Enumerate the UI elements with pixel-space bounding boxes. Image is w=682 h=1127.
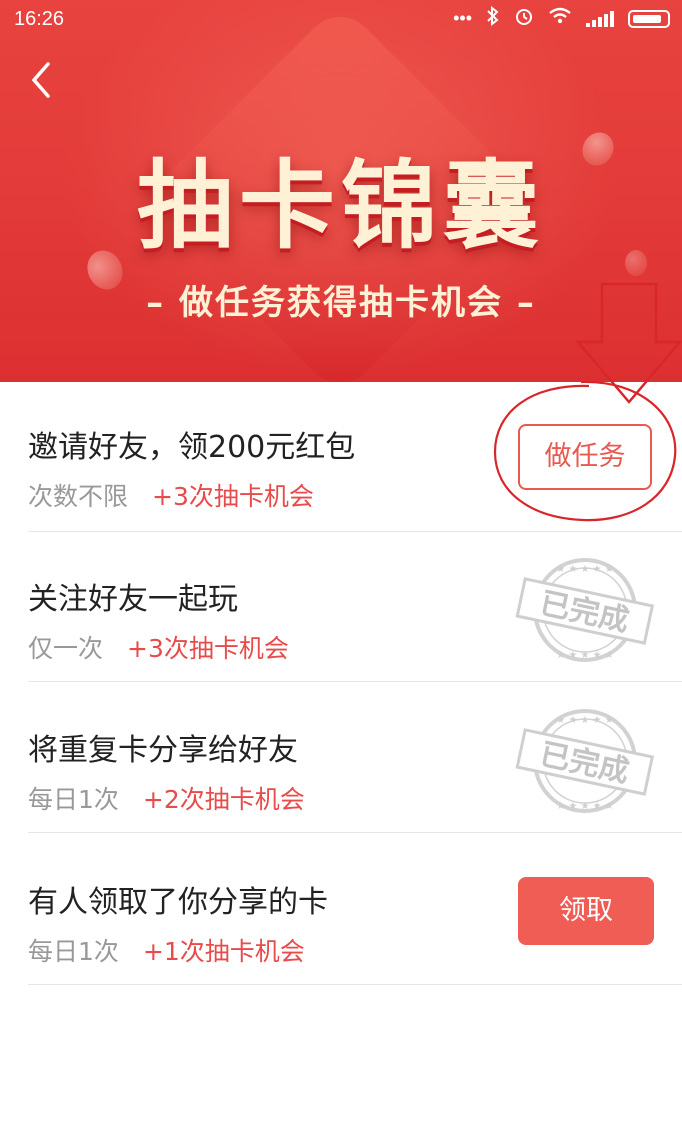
task-reward: +3次抽卡机会 — [127, 634, 289, 663]
task-name: 将重复卡分享给好友 — [28, 733, 298, 768]
task-meta: 次数不限 +3次抽卡机会 — [28, 477, 314, 513]
status-bar: 16:26 ••• — [0, 0, 682, 40]
alarm-icon — [514, 6, 534, 31]
completed-stamp: ★ ★ ★ ★ ★ ★ ★ ★ ★ ★ 已完成 — [515, 709, 655, 813]
task-reward: +3次抽卡机会 — [152, 482, 314, 511]
task-item-follow: 关注好友一起玩 仅一次 +3次抽卡机会 ★ ★ ★ ★ ★ ★ ★ ★ ★ ★ 已… — [28, 532, 682, 682]
task-meta: 仅一次 +3次抽卡机会 — [28, 629, 289, 665]
task-limit: 每日1次 — [28, 785, 119, 814]
task-name: 有人领取了你分享的卡 — [28, 885, 328, 920]
task-item-share-duplicate: 将重复卡分享给好友 每日1次 +2次抽卡机会 ★ ★ ★ ★ ★ ★ ★ ★ ★ … — [28, 683, 682, 833]
task-limit: 每日1次 — [28, 937, 119, 966]
task-name: 关注好友一起玩 — [28, 582, 238, 617]
svg-text:★ ★ ★ ★ ★: ★ ★ ★ ★ ★ — [556, 650, 614, 661]
status-time: 16:26 — [14, 8, 65, 30]
svg-text:★ ★ ★ ★ ★: ★ ★ ★ ★ ★ — [556, 564, 614, 575]
task-reward: +1次抽卡机会 — [142, 937, 305, 966]
completed-stamp: ★ ★ ★ ★ ★ ★ ★ ★ ★ ★ 已完成 — [515, 558, 655, 662]
battery-icon — [628, 9, 670, 28]
task-name: 邀请好友，领200元红包 — [28, 430, 356, 465]
wifi-icon — [548, 7, 572, 30]
task-limit: 次数不限 — [28, 482, 129, 511]
chevron-left-icon — [31, 62, 50, 98]
task-limit: 仅一次 — [28, 634, 104, 663]
task-item-shared-card-claimed: 有人领取了你分享的卡 每日1次 +1次抽卡机会 领取 — [28, 835, 682, 985]
svg-text:★ ★ ★ ★ ★: ★ ★ ★ ★ ★ — [556, 801, 614, 812]
page-title: 抽卡锦囊 — [137, 150, 545, 262]
claim-button[interactable]: 领取 — [518, 877, 654, 945]
back-button[interactable] — [28, 60, 68, 104]
annotation-circle-icon — [493, 380, 677, 522]
more-dots-icon: ••• — [453, 8, 472, 28]
task-meta: 每日1次 +2次抽卡机会 — [28, 780, 305, 816]
task-meta: 每日1次 +1次抽卡机会 — [28, 932, 305, 968]
bluetooth-icon — [486, 5, 500, 31]
signal-icon — [586, 10, 614, 27]
svg-text:★ ★ ★ ★ ★: ★ ★ ★ ★ ★ — [556, 715, 614, 726]
task-reward: +2次抽卡机会 — [142, 785, 305, 814]
